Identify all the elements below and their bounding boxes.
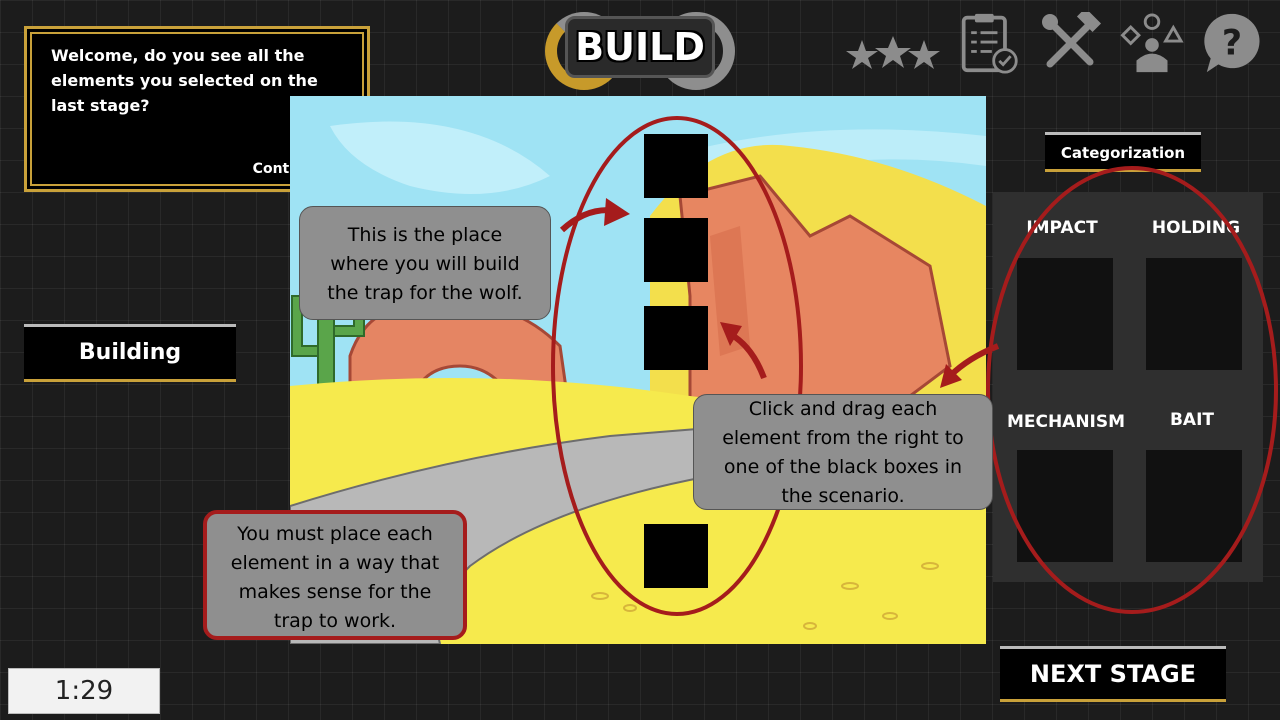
trap-slot-3[interactable] — [644, 306, 708, 370]
category-holding-box[interactable] — [1146, 258, 1242, 370]
tools-icon[interactable] — [1040, 12, 1102, 74]
next-stage-button[interactable]: NEXT STAGE — [1000, 646, 1226, 702]
category-mechanism-box[interactable] — [1017, 450, 1113, 562]
category-impact-box[interactable] — [1017, 258, 1113, 370]
category-mechanism-label: MECHANISM — [1006, 412, 1126, 432]
build-logo: BUILD — [545, 6, 735, 90]
callout-place: You must place each element in a way tha… — [203, 510, 467, 640]
shapes-user-icon[interactable] — [1120, 12, 1184, 74]
svg-text:?: ? — [1222, 24, 1242, 64]
callout-drag: Click and drag each element from the rig… — [693, 394, 993, 510]
stars-icon[interactable] — [846, 12, 940, 74]
trap-slot-4[interactable] — [644, 524, 708, 588]
trap-slot-1[interactable] — [644, 134, 708, 198]
category-bait-box[interactable] — [1146, 450, 1242, 562]
help-icon[interactable]: ? — [1202, 12, 1262, 74]
categorization-title: Categorization — [1045, 132, 1201, 172]
building-label: Building — [24, 324, 236, 382]
category-bait-label: BAIT — [1169, 410, 1215, 430]
trap-slot-2[interactable] — [644, 218, 708, 282]
timer: 1:29 — [8, 668, 160, 714]
category-impact-label: IMPACT — [1026, 218, 1098, 238]
categorization-panel: IMPACT HOLDING MECHANISM BAIT — [993, 192, 1263, 582]
build-title: BUILD — [565, 16, 715, 78]
callout-build-place: This is the place where you will build t… — [299, 206, 551, 320]
category-holding-label: HOLDING — [1151, 218, 1241, 238]
checklist-icon[interactable] — [956, 12, 1022, 74]
